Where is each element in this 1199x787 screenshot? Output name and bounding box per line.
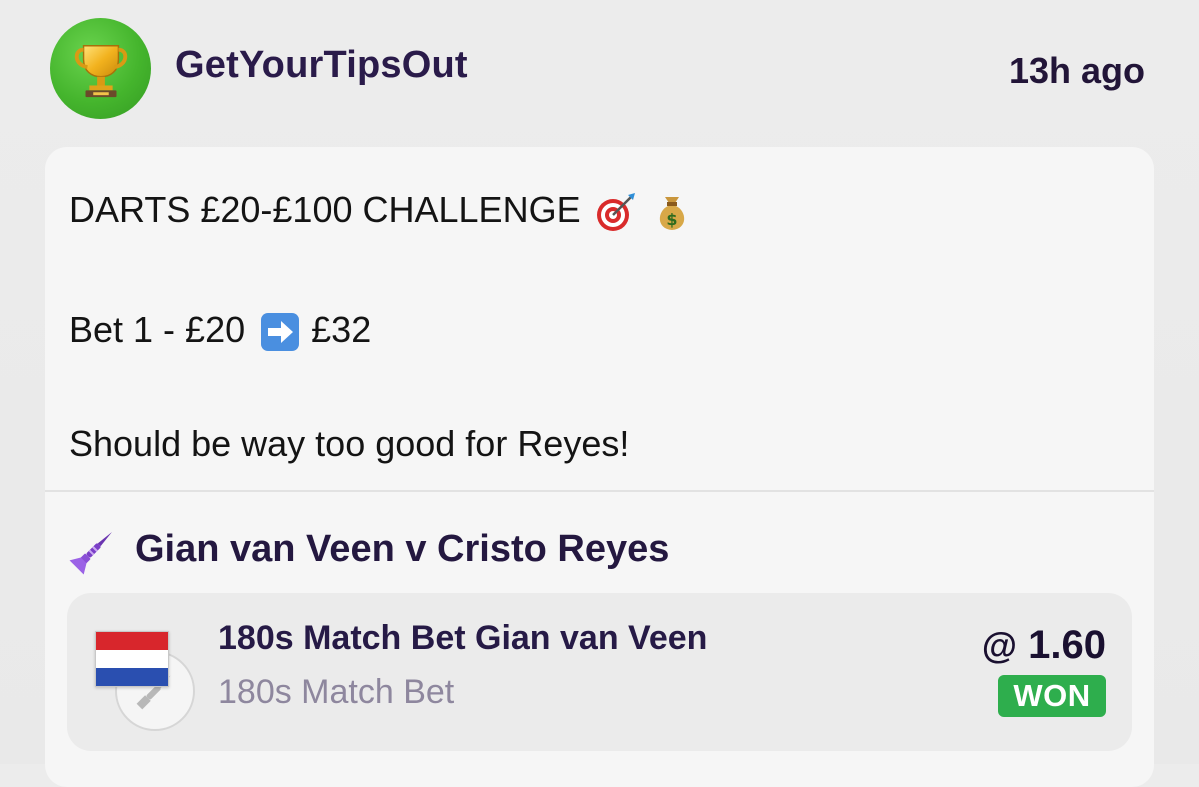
bet-flag-group xyxy=(95,631,195,731)
status-badge: WON xyxy=(998,675,1106,717)
username[interactable]: GetYourTipsOut xyxy=(175,44,468,87)
odds-prefix: @ xyxy=(981,625,1018,666)
timestamp: 13h ago xyxy=(1008,50,1145,91)
bet-market: 180s Match Bet xyxy=(218,673,455,711)
match-header[interactable]: Gian van Veen v Cristo Reyes xyxy=(69,523,669,575)
bet-card[interactable]: 180s Match Bet Gian van Veen 180s Match … xyxy=(67,593,1132,751)
post-line-title: DARTS £20-£100 CHALLENGE $ xyxy=(69,189,693,233)
post-title-text: DARTS £20-£100 CHALLENGE xyxy=(69,189,581,230)
trophy-icon xyxy=(74,44,127,97)
bet-stake-text: Bet 1 - £20 xyxy=(69,309,246,350)
right-arrow-emoji xyxy=(259,311,301,353)
odds-value: 1.60 xyxy=(1028,623,1106,667)
bet-return-text: £32 xyxy=(311,309,372,350)
post-card: DARTS £20-£100 CHALLENGE $ Bet 1 - £20 £… xyxy=(45,147,1154,787)
bet-selection: 180s Match Bet Gian van Veen xyxy=(218,619,708,657)
avatar[interactable] xyxy=(50,18,151,119)
bet-odds: @ 1.60 xyxy=(982,623,1106,668)
post-header: GetYourTipsOut 13h ago xyxy=(0,0,1199,140)
dart-icon xyxy=(69,532,112,575)
netherlands-flag xyxy=(95,631,169,687)
svg-text:$: $ xyxy=(666,210,677,229)
match-title: Gian van Veen v Cristo Reyes xyxy=(135,527,670,570)
money-bag-emoji: $ xyxy=(651,191,693,233)
dart-target-emoji xyxy=(595,191,637,233)
post-line-bet: Bet 1 - £20 £32 xyxy=(69,309,371,353)
post-line-comment: Should be way too good for Reyes! xyxy=(69,423,630,464)
divider xyxy=(45,490,1154,492)
